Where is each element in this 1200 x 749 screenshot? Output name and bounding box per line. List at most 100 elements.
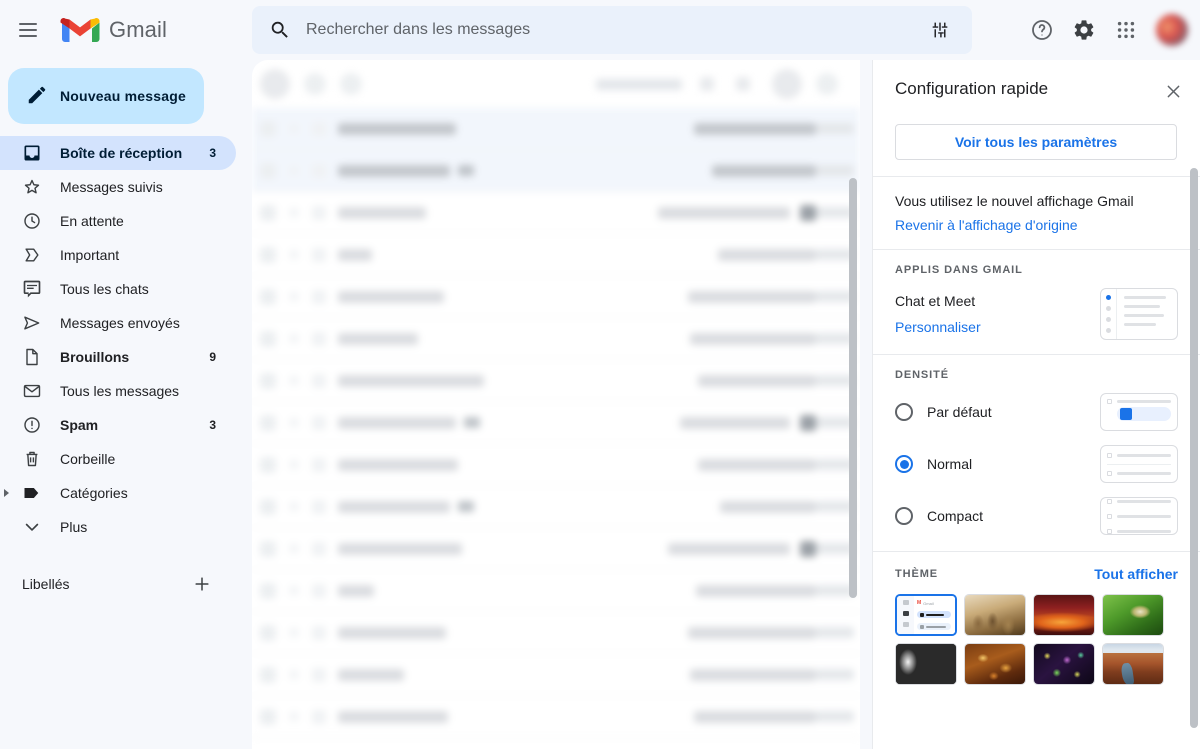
sidebar-item-all-mail[interactable]: Tous les messages (0, 374, 236, 408)
gear-icon[interactable] (1064, 10, 1104, 50)
important-chevron-icon[interactable] (312, 457, 326, 472)
star-icon[interactable] (286, 204, 302, 220)
sidebar-item-starred[interactable]: Messages suivis (0, 170, 236, 204)
sidebar-item-snoozed[interactable]: En attente (0, 204, 236, 238)
avatar[interactable] (1156, 14, 1188, 46)
newer-page-icon[interactable] (736, 77, 750, 91)
density-radio-compact[interactable] (895, 507, 913, 525)
important-chevron-icon[interactable] (312, 289, 326, 304)
attachment-icon[interactable] (800, 414, 816, 431)
input-tools-icon[interactable] (772, 69, 802, 99)
important-chevron-icon[interactable] (312, 667, 326, 682)
select-all-checkbox[interactable] (260, 69, 290, 99)
table-row[interactable] (252, 108, 860, 150)
important-chevron-icon[interactable] (312, 709, 326, 724)
attachment-icon[interactable] (800, 204, 816, 221)
compose-button[interactable]: Nouveau message (8, 68, 204, 124)
theme-red-canyon[interactable] (1033, 594, 1095, 636)
important-chevron-icon[interactable] (312, 541, 326, 556)
important-chevron-icon[interactable] (312, 121, 326, 136)
star-icon[interactable] (286, 372, 302, 388)
row-checkbox[interactable] (260, 414, 276, 431)
apps-grid-icon[interactable] (1106, 10, 1146, 50)
revert-view-link[interactable]: Revenir à l'affichage d'origine (895, 217, 1078, 233)
table-row[interactable] (252, 654, 860, 696)
table-row[interactable] (252, 570, 860, 612)
important-chevron-icon[interactable] (312, 499, 326, 514)
density-option-normal[interactable]: Normal (895, 445, 1178, 483)
search-icon[interactable] (260, 10, 300, 50)
star-icon[interactable] (286, 414, 302, 430)
table-row[interactable] (252, 444, 860, 486)
important-chevron-icon[interactable] (312, 247, 326, 262)
row-checkbox[interactable] (260, 330, 276, 347)
table-row[interactable] (252, 150, 860, 192)
star-icon[interactable] (286, 162, 302, 178)
star-icon[interactable] (286, 582, 302, 598)
row-checkbox[interactable] (260, 708, 276, 725)
star-icon[interactable] (286, 288, 302, 304)
sidebar-item-more[interactable]: Plus (0, 510, 236, 544)
gmail-brand[interactable]: Gmail (60, 15, 167, 45)
table-row[interactable] (252, 486, 860, 528)
row-checkbox[interactable] (260, 624, 276, 641)
theme-green-leaf[interactable] (1102, 594, 1164, 636)
star-icon[interactable] (286, 624, 302, 640)
message-list-scrollbar[interactable] (849, 178, 857, 598)
customize-apps-link[interactable]: Personnaliser (895, 319, 981, 335)
sidebar-item-sent[interactable]: Messages envoyés (0, 306, 236, 340)
panel-scrollbar[interactable] (1190, 168, 1198, 728)
density-radio-default[interactable] (895, 403, 913, 421)
search-bar[interactable] (252, 6, 972, 54)
sidebar-item-chats[interactable]: Tous les chats (0, 272, 236, 306)
table-row[interactable] (252, 234, 860, 276)
star-icon[interactable] (286, 540, 302, 556)
star-icon[interactable] (286, 708, 302, 724)
star-icon[interactable] (286, 330, 302, 346)
search-input[interactable] (300, 21, 920, 39)
star-icon[interactable] (286, 120, 302, 136)
close-icon[interactable] (1160, 78, 1186, 104)
refresh-icon[interactable] (304, 73, 326, 95)
sidebar-item-inbox[interactable]: Boîte de réception 3 (0, 136, 236, 170)
row-checkbox[interactable] (260, 246, 276, 263)
table-row[interactable] (252, 612, 860, 654)
row-checkbox[interactable] (260, 204, 276, 221)
theme-see-all-link[interactable]: Tout afficher (1094, 566, 1178, 582)
star-icon[interactable] (286, 498, 302, 514)
plus-icon[interactable] (190, 572, 214, 596)
theme-colored-beads[interactable] (1033, 643, 1095, 685)
sidebar-item-categories[interactable]: Catégories (0, 476, 236, 510)
row-checkbox[interactable] (260, 456, 276, 473)
table-row[interactable] (252, 318, 860, 360)
star-icon[interactable] (286, 666, 302, 682)
sidebar-item-important[interactable]: Important (0, 238, 236, 272)
table-row[interactable] (252, 696, 860, 738)
important-chevron-icon[interactable] (312, 373, 326, 388)
settings-view-icon[interactable] (816, 73, 838, 95)
star-icon[interactable] (286, 246, 302, 262)
important-chevron-icon[interactable] (312, 163, 326, 178)
density-option-compact[interactable]: Compact (895, 497, 1178, 535)
density-radio-normal[interactable] (895, 455, 913, 473)
table-row[interactable] (252, 192, 860, 234)
theme-metal-spheres[interactable] (895, 643, 957, 685)
table-row[interactable] (252, 402, 860, 444)
theme-default-gmail[interactable]: M Gmail (895, 594, 957, 636)
row-checkbox[interactable] (260, 540, 276, 557)
table-row[interactable] (252, 528, 860, 570)
sidebar-item-drafts[interactable]: Brouillons 9 (0, 340, 236, 374)
important-chevron-icon[interactable] (312, 583, 326, 598)
table-row[interactable] (252, 276, 860, 318)
attachment-icon[interactable] (800, 540, 816, 557)
sidebar-item-trash[interactable]: Corbeille (0, 442, 236, 476)
older-page-icon[interactable] (700, 77, 714, 91)
row-checkbox[interactable] (260, 666, 276, 683)
more-options-icon[interactable] (340, 73, 362, 95)
theme-chess-pieces[interactable] (964, 594, 1026, 636)
table-row[interactable] (252, 360, 860, 402)
expand-arrow-icon[interactable] (4, 489, 9, 497)
important-chevron-icon[interactable] (312, 331, 326, 346)
row-checkbox[interactable] (260, 498, 276, 515)
sidebar-item-spam[interactable]: Spam 3 (0, 408, 236, 442)
